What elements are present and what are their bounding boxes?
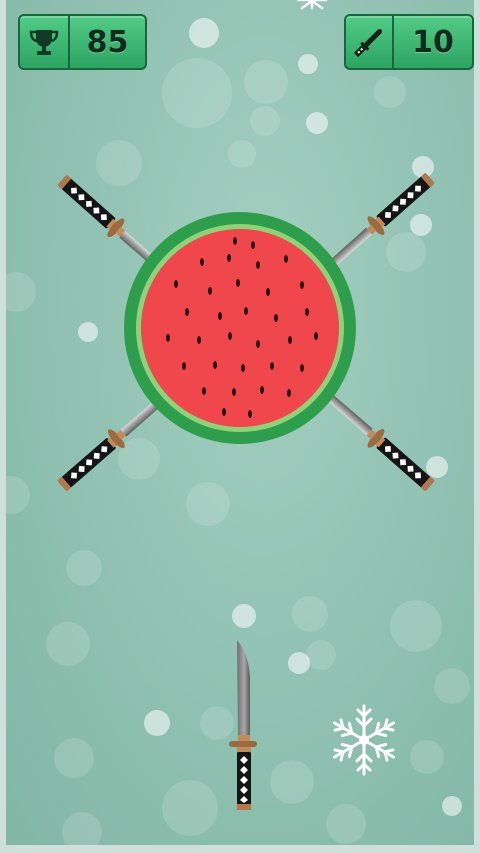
score-value: 85 — [86, 24, 129, 60]
knives-remaining-panel: 10 — [344, 14, 474, 70]
watermelon-target[interactable] — [124, 212, 356, 444]
trophy-icon — [20, 16, 68, 68]
knives-count: 10 — [412, 24, 454, 60]
player-knife[interactable] — [225, 640, 261, 812]
score-panel: 85 — [18, 14, 147, 70]
snowflake-icon — [329, 704, 399, 776]
game-screen[interactable]: 85 10 — [6, 0, 474, 845]
knife-icon — [346, 16, 392, 68]
